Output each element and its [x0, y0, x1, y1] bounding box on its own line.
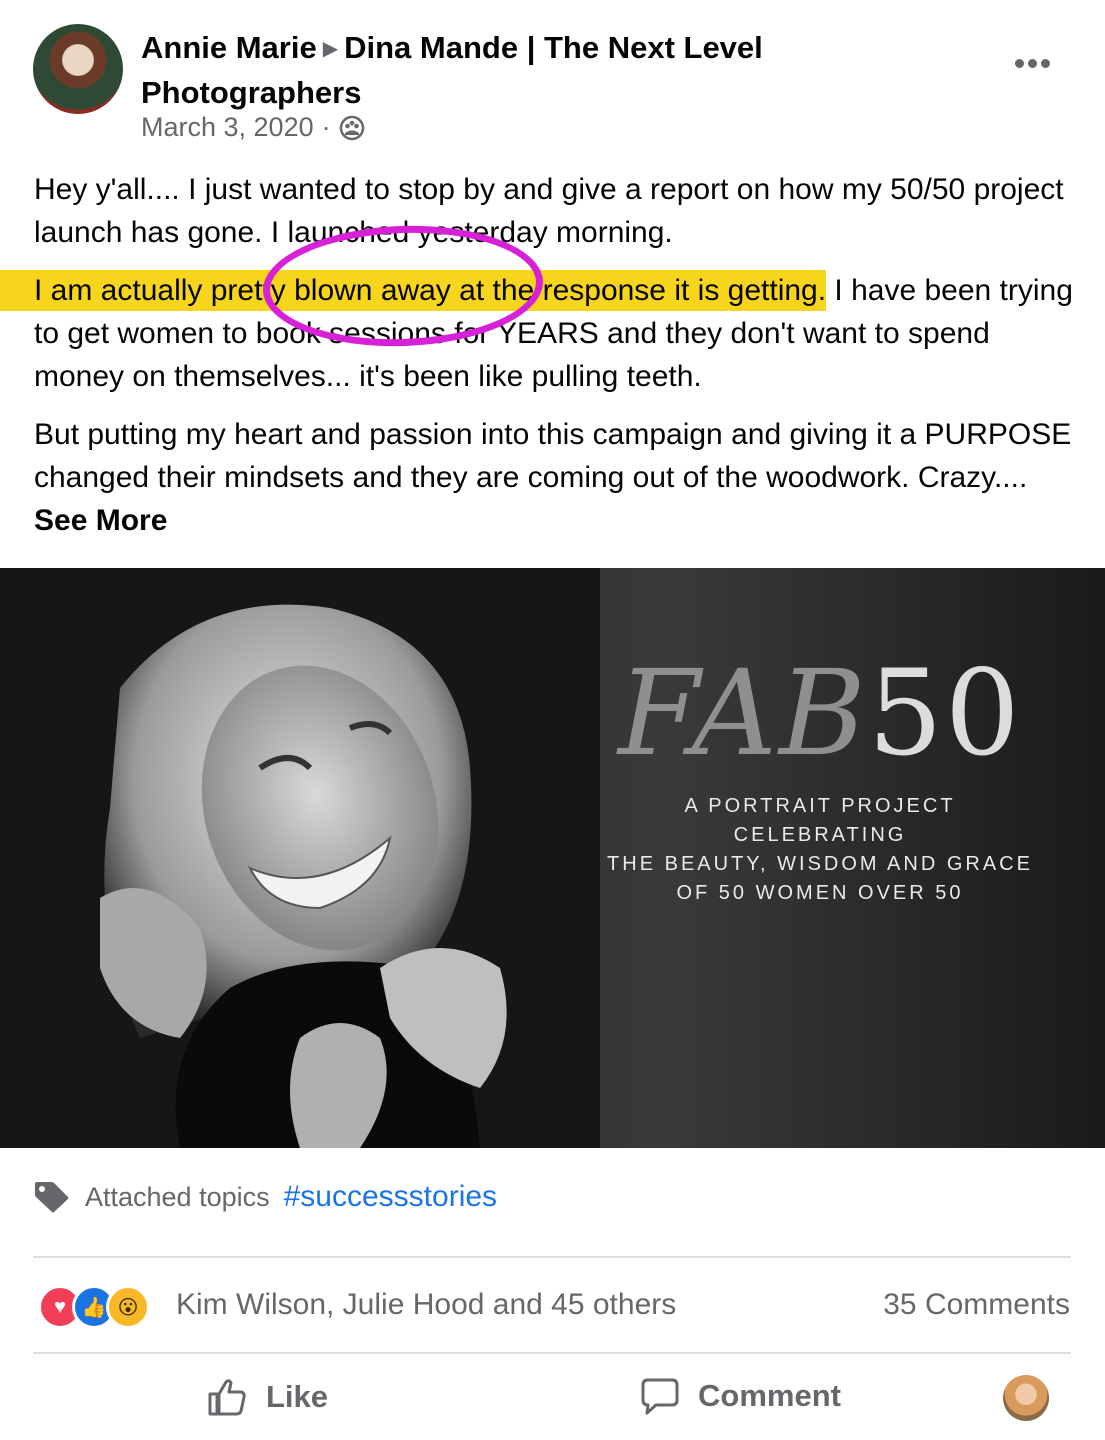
like-label: Like [266, 1379, 329, 1414]
fab-title-letters: FAB [618, 644, 868, 782]
reaction-names[interactable]: Kim Wilson, Julie Hood and 45 others [176, 1288, 676, 1322]
comments-count[interactable]: 35 Comments [883, 1288, 1070, 1322]
post-paragraph-3: But putting my heart and passion into th… [34, 413, 1074, 542]
post-header-title: Annie Marie ▶ Dina Mande | The Next Level … [141, 26, 961, 114]
attached-topics-label: Attached topics [85, 1181, 270, 1212]
post-paragraph-2: I am actually pretty blown away at the r… [34, 269, 1074, 398]
post-paragraph-1: Hey y'all.... I just wanted to stop by a… [34, 173, 1064, 249]
fab50-subtitle: A PORTRAIT PROJECT CELEBRATING THE BEAUT… [600, 792, 1040, 908]
post-text: Hey y'all.... I just wanted to stop by a… [34, 168, 1074, 557]
fab-title-number: 50 [867, 644, 1022, 782]
author-avatar[interactable] [33, 24, 123, 114]
divider [33, 1352, 1071, 1354]
like-button[interactable]: Like [206, 1376, 328, 1418]
portrait-photo [0, 568, 600, 1148]
see-more-link[interactable]: See More [34, 504, 167, 537]
subtitle-line-3: OF 50 WOMEN OVER 50 [676, 882, 964, 904]
attached-topics: Attached topics #successstories [33, 1180, 497, 1214]
post-image[interactable]: FAB50 A PORTRAIT PROJECT CELEBRATING THE… [0, 568, 1105, 1148]
topic-tag-link[interactable]: #successstories [284, 1180, 497, 1214]
more-options-icon[interactable] [1010, 48, 1054, 78]
divider [33, 1256, 1071, 1258]
comment-label: Comment [698, 1378, 841, 1413]
commenter-avatar[interactable] [1003, 1375, 1049, 1421]
meta-separator: · [321, 112, 331, 142]
post-date[interactable]: March 3, 2020 [141, 112, 314, 143]
paragraph-3-text: But putting my heart and passion into th… [34, 418, 1072, 494]
thumbs-up-icon [208, 1379, 246, 1416]
tag-icon [35, 1182, 69, 1213]
post-meta: March 3, 2020 · [141, 112, 365, 143]
subtitle-line-1: A PORTRAIT PROJECT CELEBRATING [684, 795, 956, 846]
group-privacy-icon [339, 115, 364, 140]
author-name[interactable]: Annie Marie [141, 30, 317, 65]
wow-reaction-icon: 😮 [106, 1285, 150, 1329]
subtitle-line-2: THE BEAUTY, WISDOM AND GRACE [607, 853, 1033, 875]
comment-button[interactable]: Comment [640, 1376, 841, 1416]
reaction-icons[interactable]: ♥ 👍 😮 [38, 1285, 150, 1329]
caret-right-icon: ▶ [322, 38, 339, 60]
fab50-title: FAB50 [600, 648, 1040, 778]
comment-bubble-icon [641, 1378, 679, 1415]
